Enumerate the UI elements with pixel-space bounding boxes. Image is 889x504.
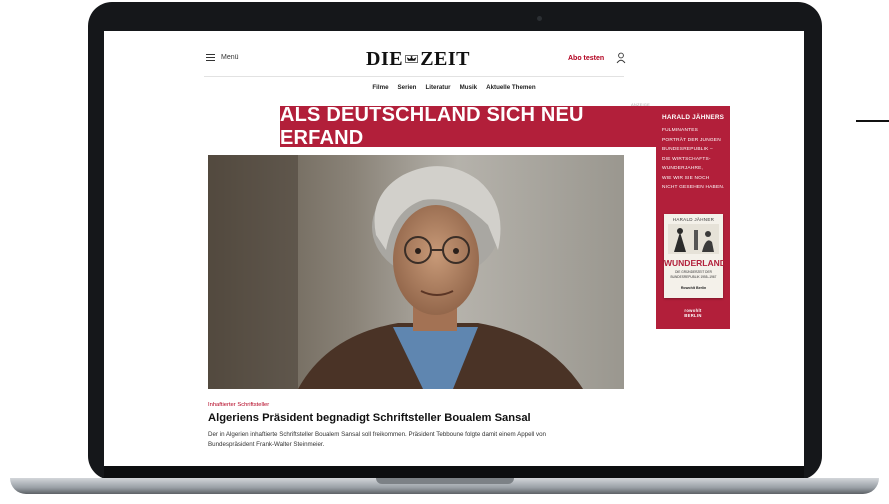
ad-copy-line: NICHT GESEHEN HABEN.: [662, 185, 725, 190]
subscribe-link[interactable]: Abo testen: [568, 55, 604, 62]
ad-publisher-logo: rowohlt BERLIN: [684, 308, 702, 318]
ad-copy-line: WIE WIR SIE NOCH: [662, 175, 710, 181]
article-kicker: Inhaftierter Schriftsteller: [208, 402, 270, 408]
header-divider: [204, 76, 624, 77]
webcam-icon: [537, 16, 542, 21]
ad-copy-line: DIE WIRTSCHAFTS-: [662, 156, 711, 162]
browser-screen: Menü DIE ZEIT Abo testen Filme Serien Li…: [104, 31, 804, 466]
site-header: Menü DIE ZEIT Abo testen: [104, 31, 804, 77]
laptop-bottom-bezel: [104, 466, 804, 478]
nav-item-aktuelle-themen[interactable]: Aktuelle Themen: [486, 84, 536, 91]
logo-text-right: ZEIT: [420, 47, 470, 70]
article-teaser: Der in Algerien inhaftierte Schriftstell…: [208, 431, 546, 448]
eagle-emblem-icon: [405, 55, 418, 63]
nav-item-musik[interactable]: Musik: [460, 84, 478, 91]
nav-item-literatur[interactable]: Literatur: [425, 84, 450, 91]
book-title: WUNDERLAND: [664, 258, 726, 268]
nav-item-filme[interactable]: Filme: [372, 84, 388, 91]
book-publisher-badge: Rowohlt Berlin: [680, 286, 707, 290]
ad-copy: FULMINANTES PORTRÄT DER JUNGEN BUNDESREP…: [662, 126, 725, 193]
ad-copy-line: PORTRÄT DER JUNGEN: [662, 137, 721, 143]
laptop-hinge-notch: [376, 478, 514, 484]
menu-button[interactable]: Menü: [206, 54, 239, 61]
book-subtitle: DIE GRÜNDERZEIT DER BUNDESREPUBLIK 1955–…: [670, 270, 717, 279]
menu-label: Menü: [221, 54, 239, 61]
ad-skyscraper[interactable]: HARALD JÄHNERS FULMINANTES PORTRÄT DER J…: [656, 106, 730, 329]
article-hero-image[interactable]: [208, 155, 624, 389]
ad-banner[interactable]: ALS DEUTSCHLAND SICH NEU ERFAND: [280, 104, 656, 149]
ad-author: HARALD JÄHNERS: [662, 114, 725, 121]
article-headline[interactable]: Algeriens Präsident begnadigt Schriftste…: [208, 412, 531, 424]
ad-copy-line: FULMINANTES: [662, 128, 699, 133]
ad-copy-line: WUNDERJAHRE,: [662, 166, 704, 171]
book-author: HARALD JÄHNER: [672, 217, 715, 222]
nav-item-serien[interactable]: Serien: [398, 84, 417, 91]
site-logo[interactable]: DIE ZEIT: [366, 48, 470, 70]
decorative-dash: [856, 120, 889, 122]
book-cover-illustration: [668, 224, 719, 254]
logo-text-left: DIE: [366, 47, 404, 70]
book-cover: HARALD JÄHNER WUNDERLAND DIE GRÜNDERZEIT…: [664, 214, 726, 298]
user-icon[interactable]: [616, 52, 626, 64]
ad-copy-line: BUNDESREPUBLIK –: [662, 147, 713, 152]
section-nav: Filme Serien Literatur Musik Aktuelle Th…: [104, 84, 804, 91]
hamburger-icon: [206, 54, 215, 61]
